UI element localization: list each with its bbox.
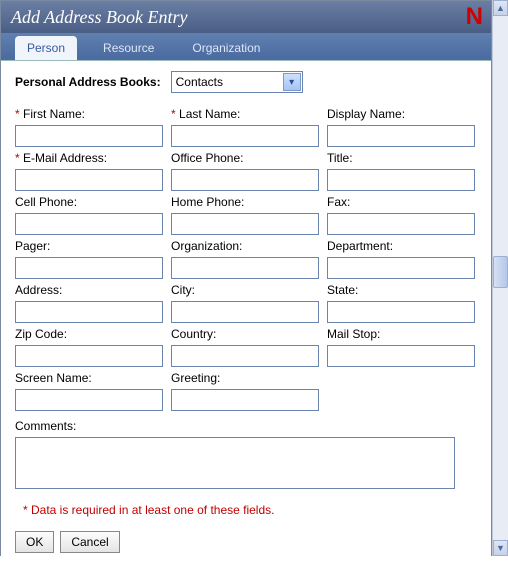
pager-label: Pager: (15, 239, 163, 255)
comments-input[interactable] (15, 437, 455, 489)
country-label: Country: (171, 327, 319, 343)
department-label: Department: (327, 239, 475, 255)
last-name-label: * Last Name: (171, 107, 319, 123)
department-input[interactable] (327, 257, 475, 279)
city-input[interactable] (171, 301, 319, 323)
home-phone-input[interactable] (171, 213, 319, 235)
state-label: State: (327, 283, 475, 299)
comments-label: Comments: (15, 419, 477, 435)
zip-input[interactable] (15, 345, 163, 367)
required-footnote: * Data is required in at least one of th… (23, 503, 477, 517)
zip-label: Zip Code: (15, 327, 163, 343)
office-phone-input[interactable] (171, 169, 319, 191)
greeting-input[interactable] (171, 389, 319, 411)
cell-phone-label: Cell Phone: (15, 195, 163, 211)
address-input[interactable] (15, 301, 163, 323)
city-label: City: (171, 283, 319, 299)
office-phone-label: Office Phone: (171, 151, 319, 167)
organization-label: Organization: (171, 239, 319, 255)
dialog-window: Add Address Book Entry N Person Resource… (0, 0, 492, 556)
fax-input[interactable] (327, 213, 475, 235)
state-input[interactable] (327, 301, 475, 323)
greeting-label: Greeting: (171, 371, 319, 387)
address-books-select[interactable]: Contacts ▾ (171, 71, 303, 93)
mail-stop-input[interactable] (327, 345, 475, 367)
organization-input[interactable] (171, 257, 319, 279)
scroll-thumb[interactable] (493, 256, 508, 288)
address-books-label: Personal Address Books: (15, 75, 161, 89)
cancel-button[interactable]: Cancel (60, 531, 119, 553)
chevron-down-icon[interactable]: ▾ (283, 73, 301, 91)
ok-button[interactable]: OK (15, 531, 54, 553)
scroll-down-icon[interactable]: ▼ (493, 540, 508, 556)
title-label: Title: (327, 151, 475, 167)
fax-label: Fax: (327, 195, 475, 211)
country-input[interactable] (171, 345, 319, 367)
tab-person[interactable]: Person (15, 36, 77, 60)
novell-logo-icon: N (466, 3, 483, 31)
pager-input[interactable] (15, 257, 163, 279)
tab-resource[interactable]: Resource (91, 36, 166, 60)
form-content: Personal Address Books: Contacts ▾ * Fir… (1, 61, 491, 561)
last-name-input[interactable] (171, 125, 319, 147)
home-phone-label: Home Phone: (171, 195, 319, 211)
screen-name-label: Screen Name: (15, 371, 163, 387)
tab-organization[interactable]: Organization (180, 36, 272, 60)
title-input[interactable] (327, 169, 475, 191)
screen-name-input[interactable] (15, 389, 163, 411)
vertical-scrollbar[interactable]: ▲ ▼ (492, 0, 508, 556)
email-label: * E-Mail Address: (15, 151, 163, 167)
cell-phone-input[interactable] (15, 213, 163, 235)
scroll-up-icon[interactable]: ▲ (493, 0, 508, 16)
email-input[interactable] (15, 169, 163, 191)
first-name-input[interactable] (15, 125, 163, 147)
title-bar: Add Address Book Entry N (1, 1, 491, 33)
display-name-label: Display Name: (327, 107, 475, 123)
address-books-selected: Contacts (172, 75, 223, 89)
mail-stop-label: Mail Stop: (327, 327, 475, 343)
display-name-input[interactable] (327, 125, 475, 147)
address-label: Address: (15, 283, 163, 299)
first-name-label: * First Name: (15, 107, 163, 123)
tab-bar: Person Resource Organization (1, 33, 491, 61)
window-title: Add Address Book Entry (11, 7, 187, 27)
